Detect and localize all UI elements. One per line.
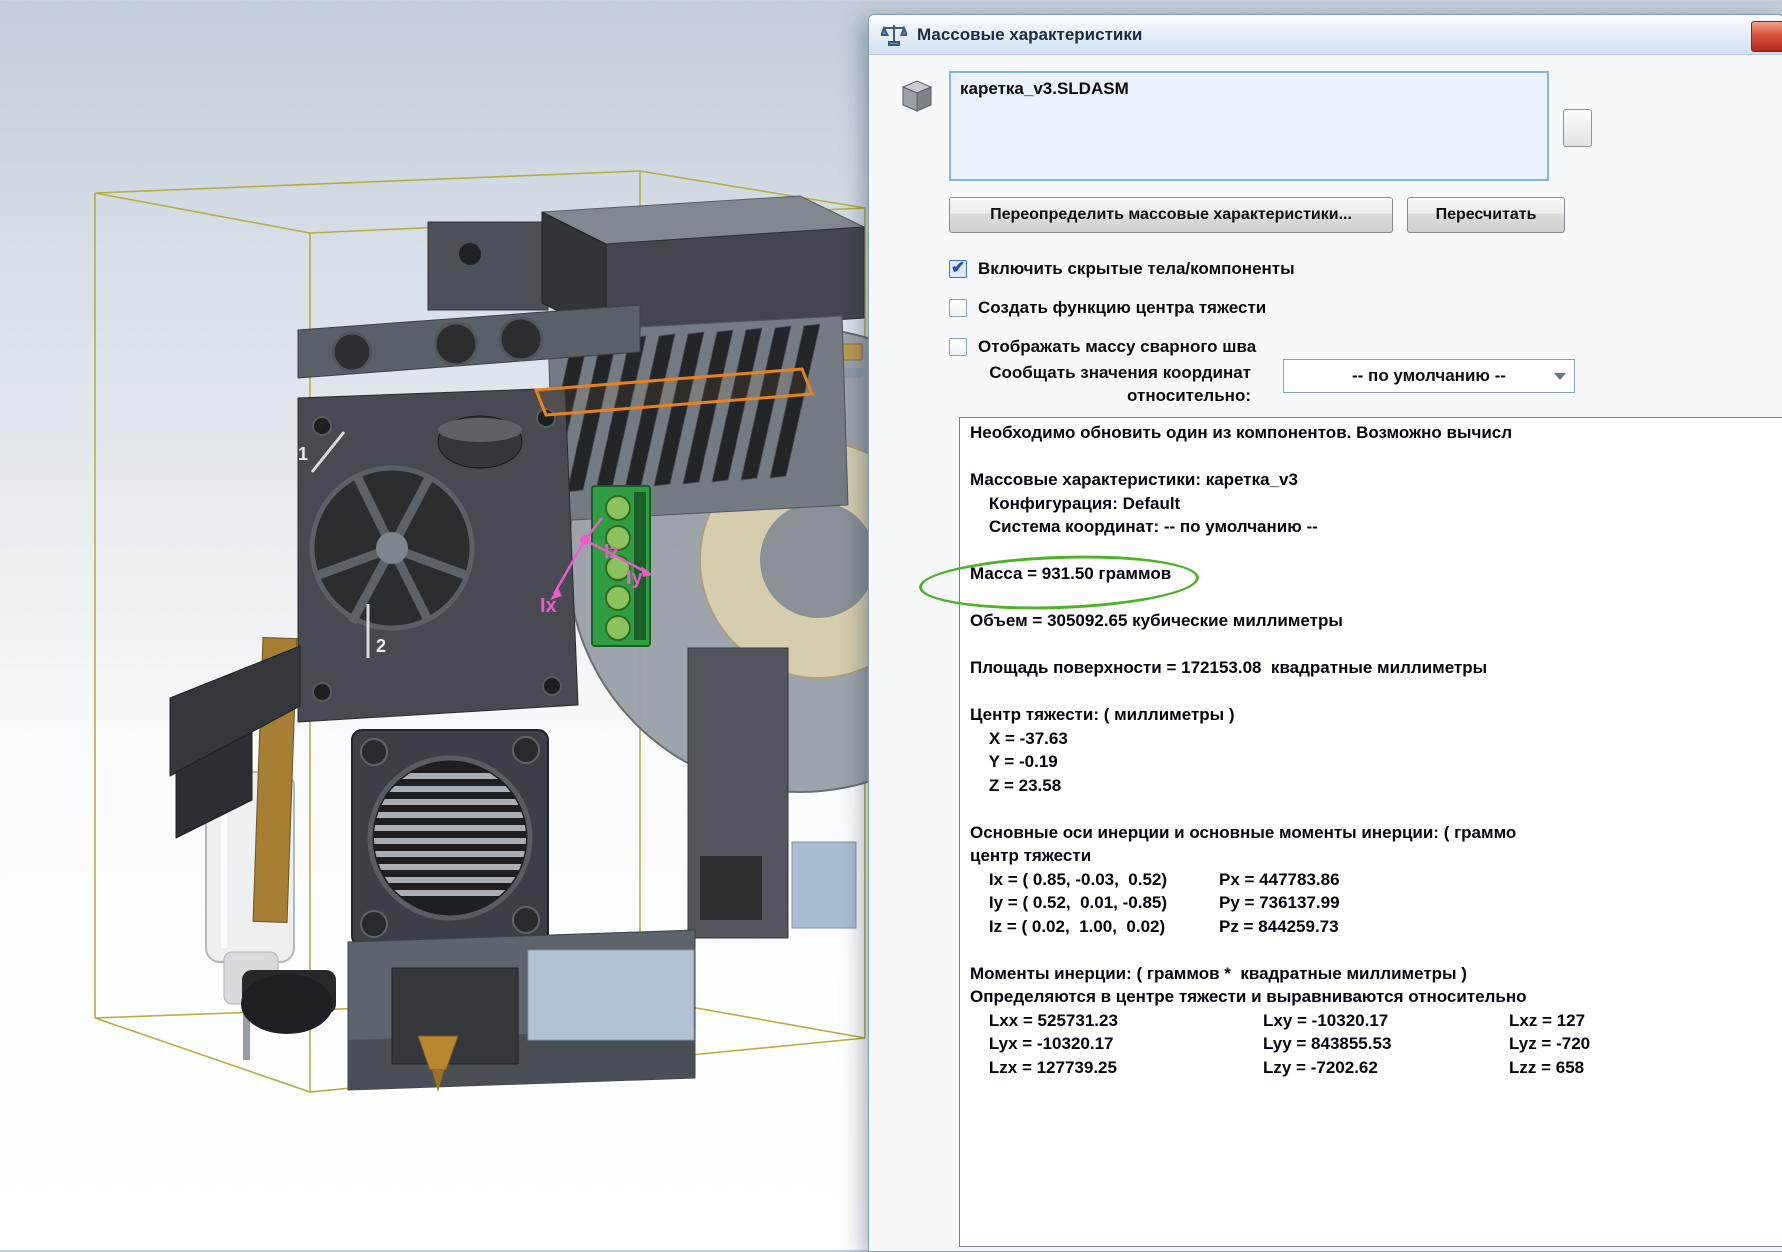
part-icon (895, 77, 939, 117)
filename-field[interactable]: каретка_v3.SLDASM (949, 71, 1549, 181)
checkbox-label: Создать функцию центра тяжести (978, 298, 1266, 318)
override-mass-properties-button[interactable]: Переопределить массовые характеристики..… (949, 197, 1393, 233)
coordinate-system-combo[interactable]: -- по умолчанию -- (1283, 359, 1575, 393)
checkbox-row-include-hidden[interactable]: Включить скрытые тела/компоненты (949, 257, 1295, 281)
mass-properties-icon (881, 22, 907, 48)
close-button[interactable] (1751, 21, 1782, 52)
checkbox-include-hidden-bodies[interactable] (949, 260, 967, 278)
callout-2: 2 (376, 636, 386, 656)
checkbox-label: Включить скрытые тела/компоненты (978, 259, 1295, 279)
callout-1: 1 (298, 444, 308, 464)
checkbox-create-cog-feature[interactable] (949, 299, 967, 317)
dialog-title-bar[interactable]: Массовые характеристики (869, 15, 1782, 55)
axis-ix-label: Ix (540, 595, 557, 617)
report-coordinates-label: Сообщать значения координат относительно… (943, 361, 1251, 407)
recalculate-button[interactable]: Пересчитать (1407, 197, 1565, 233)
checkbox-row-cog-feature[interactable]: Создать функцию центра тяжести (949, 296, 1266, 320)
options-button[interactable] (1563, 109, 1592, 147)
checkbox-show-weld-mass[interactable] (949, 338, 967, 356)
results-box[interactable]: Необходимо обновить один из компонентов.… (959, 417, 1782, 1247)
checkbox-row-weld-mass[interactable]: Отображать массу сварного шва (949, 335, 1256, 359)
axis-iy-label: Iy (626, 567, 644, 589)
dropdown-arrow-icon (1554, 373, 1566, 380)
dialog-title: Массовые характеристики (917, 25, 1142, 45)
axis-iz-label: Iz (604, 541, 620, 563)
mass-properties-dialog: Массовые характеристики каретка_v3.SLDAS… (868, 14, 1782, 1252)
combo-value: -- по умолчанию -- (1352, 366, 1506, 386)
checkbox-label: Отображать массу сварного шва (978, 337, 1256, 357)
terminal-pcb (592, 486, 650, 646)
results-text: Необходимо обновить один из компонентов.… (970, 423, 1782, 1247)
